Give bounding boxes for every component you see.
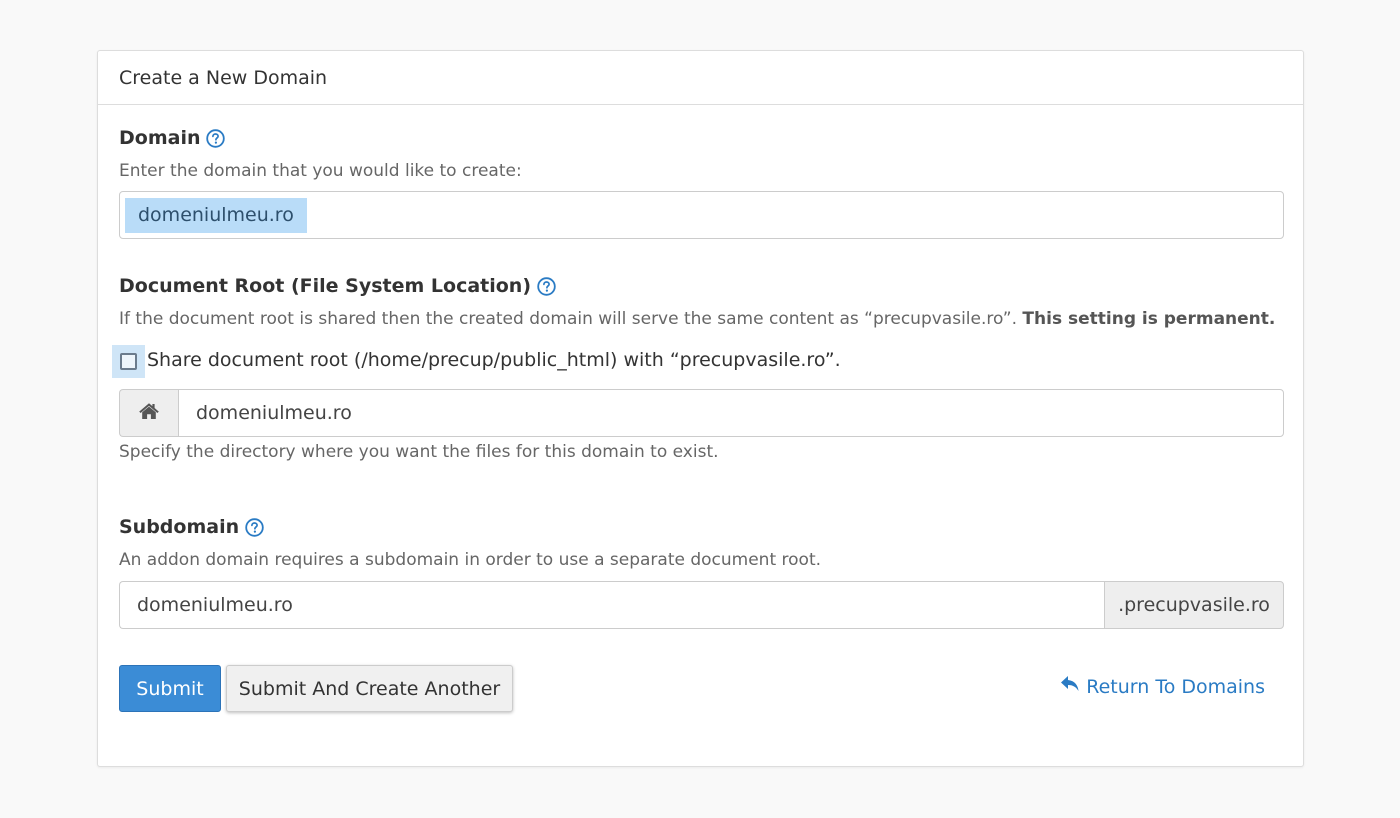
domain-description: Enter the domain that you would like to …: [119, 161, 522, 181]
subdomain-input-group: domeniulmeu.ro .precupvasile.ro: [119, 581, 1284, 629]
question-circle-icon[interactable]: [206, 128, 226, 148]
home-icon: [138, 402, 160, 425]
document-root-input[interactable]: domeniulmeu.ro: [178, 389, 1284, 437]
subdomain-input[interactable]: domeniulmeu.ro: [119, 581, 1104, 629]
document-root-input-group: domeniulmeu.ro: [119, 389, 1284, 437]
share-document-root-label[interactable]: Share document root (/home/precup/public…: [147, 347, 841, 373]
domain-input-value: domeniulmeu.ro: [125, 197, 307, 233]
document-root-permanent-note: This setting is permanent.: [1022, 309, 1276, 329]
domain-label-row: Domain: [119, 127, 226, 149]
domain-label: Domain: [119, 127, 201, 149]
submit-button[interactable]: Submit: [119, 665, 221, 712]
subdomain-label: Subdomain: [119, 516, 240, 538]
return-to-domains-label: Return To Domains: [1086, 675, 1265, 698]
question-circle-icon[interactable]: [245, 517, 264, 537]
document-root-description: If the document root is shared then the …: [119, 309, 1275, 329]
return-to-domains-link[interactable]: Return To Domains: [1060, 675, 1265, 698]
home-addon: [119, 389, 178, 437]
question-circle-icon[interactable]: [537, 276, 556, 296]
subdomain-description: An addon domain requires a subdomain in …: [119, 550, 822, 570]
reply-arrow-icon: [1060, 675, 1086, 698]
document-root-description-text: If the document root is shared then the …: [119, 309, 1018, 329]
subdomain-suffix: .precupvasile.ro: [1104, 581, 1284, 629]
submit-and-create-another-button[interactable]: Submit And Create Another: [226, 665, 513, 712]
subdomain-label-row: Subdomain: [119, 516, 264, 538]
share-document-root-checkbox[interactable]: [112, 345, 145, 378]
document-root-label: Document Root (File System Location): [119, 275, 532, 297]
domain-input[interactable]: domeniulmeu.ro: [119, 191, 1284, 239]
panel-title: Create a New Domain: [98, 51, 1303, 105]
document-root-help: Specify the directory where you want the…: [119, 442, 719, 462]
checkbox-box: [120, 353, 137, 370]
document-root-label-row: Document Root (File System Location): [119, 275, 556, 297]
create-domain-panel: Create a New Domain Domain Enter the dom…: [97, 50, 1304, 767]
